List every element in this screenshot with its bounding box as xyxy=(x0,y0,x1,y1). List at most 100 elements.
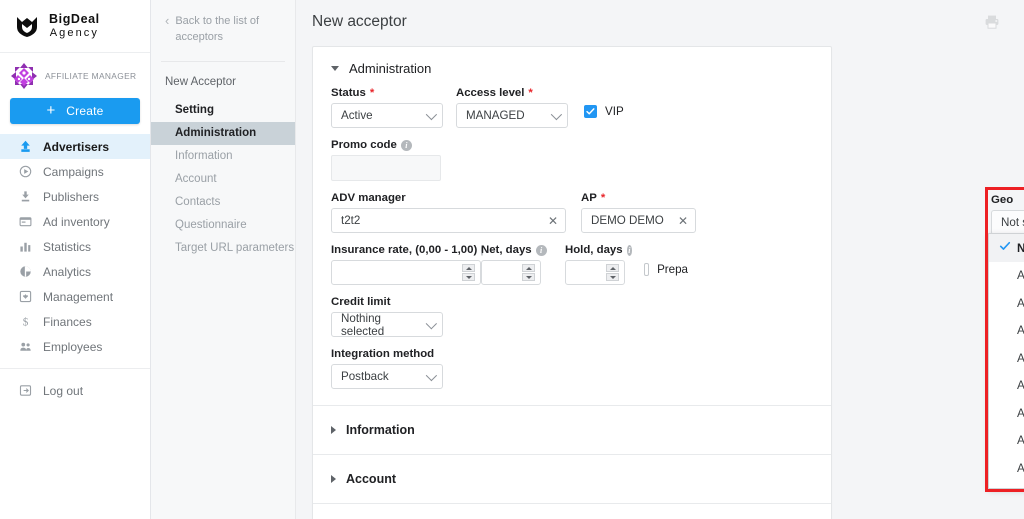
geo-option-label: Andorra xyxy=(1017,405,1024,420)
adv-manager-input[interactable]: t2t2 ✕ xyxy=(331,208,566,233)
sidebar-item-label: Campaigns xyxy=(43,164,104,179)
pie-chart-icon xyxy=(18,265,32,279)
number-spinner[interactable] xyxy=(606,264,619,281)
promo-code-input[interactable] xyxy=(331,155,441,181)
number-spinner[interactable] xyxy=(522,264,535,281)
sidebar-item-label: Advertisers xyxy=(43,139,110,154)
sidebar-item-label: Ad inventory xyxy=(43,214,110,229)
subnav-item-administration[interactable]: Administration xyxy=(151,121,295,145)
info-icon[interactable]: i xyxy=(535,244,547,256)
insurance-rate-input[interactable] xyxy=(331,260,481,285)
spinner-down-icon[interactable] xyxy=(462,273,475,281)
acceptor-form-card: Administration Status * Active Access le… xyxy=(312,46,832,519)
subnav-item-information[interactable]: Information xyxy=(151,145,295,168)
information-section-header[interactable]: Information xyxy=(313,406,831,454)
sidebar-item-statistics[interactable]: Statistics xyxy=(0,234,150,259)
geo-option-angola[interactable]: Angola xyxy=(989,427,1024,455)
required-asterisk: * xyxy=(528,87,533,99)
subnav-item-setting[interactable]: Setting xyxy=(151,99,295,122)
status-value: Active xyxy=(341,109,373,122)
spinner-up-icon[interactable] xyxy=(522,264,535,272)
spinner-up-icon[interactable] xyxy=(606,264,619,272)
geo-option-label: Albania xyxy=(1017,323,1024,338)
geo-option-not-selected[interactable]: Not selected xyxy=(989,234,1024,262)
info-icon[interactable]: i xyxy=(626,244,632,256)
geo-option-label: Anguilla xyxy=(1017,460,1024,475)
status-label-text: Status xyxy=(331,87,366,99)
prepayment-checkbox[interactable] xyxy=(644,263,650,276)
geo-option-label: Afghanistan xyxy=(1017,268,1024,283)
shield-logo-icon xyxy=(14,13,40,39)
hold-days-input[interactable] xyxy=(565,260,625,285)
status-field: Status * Active xyxy=(331,87,456,128)
chevron-down-icon xyxy=(425,369,438,381)
sidebar-item-advertisers[interactable]: Advertisers xyxy=(0,134,150,159)
hold-days-label: Hold, days i xyxy=(565,244,632,256)
sidebar-item-analytics[interactable]: Analytics xyxy=(0,259,150,284)
account-role-label: AFFILIATE MANAGER xyxy=(45,71,137,81)
sidebar-item-finances[interactable]: $ Finances xyxy=(0,309,150,334)
brand-header[interactable]: BigDeal Agency xyxy=(0,0,150,53)
geo-option-anguilla[interactable]: Anguilla xyxy=(989,454,1024,482)
spinner-down-icon[interactable] xyxy=(522,273,535,281)
geo-option-albania[interactable]: Albania xyxy=(989,317,1024,345)
sidebar-item-label: Publishers xyxy=(43,189,100,204)
info-icon[interactable]: i xyxy=(400,139,412,151)
sidebar-item-ad-inventory[interactable]: Ad inventory xyxy=(0,209,150,234)
ap-input[interactable]: DEMO DEMO ✕ xyxy=(581,208,696,233)
geo-option-algeria[interactable]: Algeria xyxy=(989,344,1024,372)
sidebar-item-logout[interactable]: Log out xyxy=(0,378,150,403)
create-button[interactable]: + Create xyxy=(10,98,140,124)
status-select[interactable]: Active xyxy=(331,103,443,128)
window-list-icon xyxy=(18,215,32,229)
geo-option-aland-islands[interactable]: Aland Islands xyxy=(989,289,1024,317)
sidebar-item-publishers[interactable]: Publishers xyxy=(0,184,150,209)
prepayment-field: Prepa xyxy=(644,263,688,276)
settings-square-icon xyxy=(18,290,32,304)
geo-select[interactable]: Not selected xyxy=(991,210,1024,235)
subnav-item-account[interactable]: Account xyxy=(151,168,295,191)
administration-section-title: Administration xyxy=(349,61,432,76)
subnav-item-questionnaire[interactable]: Questionnaire xyxy=(151,214,295,237)
vip-checkbox[interactable] xyxy=(584,105,597,118)
integration-method-select[interactable]: Postback xyxy=(331,364,443,389)
geo-field: Geo Not selected xyxy=(991,194,1024,235)
integration-method-value: Postback xyxy=(341,370,389,383)
sidebar-item-campaigns[interactable]: Campaigns xyxy=(0,159,150,184)
sidebar-item-management[interactable]: Management xyxy=(0,284,150,309)
administration-section-header[interactable]: Administration xyxy=(313,47,831,87)
geo-option-andorra[interactable]: Andorra xyxy=(989,399,1024,427)
geo-dropdown-list: Not selected Afghanistan Aland Islands A… xyxy=(988,233,1024,489)
geo-option-afghanistan[interactable]: Afghanistan xyxy=(989,262,1024,290)
sidebar-item-employees[interactable]: Employees xyxy=(0,334,150,359)
spinner-up-icon[interactable] xyxy=(462,264,475,272)
close-icon[interactable]: ✕ xyxy=(678,215,688,227)
geo-option-american-samoa[interactable]: American Samoa xyxy=(989,372,1024,400)
upload-arrow-icon xyxy=(18,140,32,154)
form-row-rates: Insurance rate, (0,00 - 1,00) i Net, day… xyxy=(331,244,831,296)
chevron-down-icon xyxy=(426,317,438,329)
account-section-header[interactable]: Account xyxy=(313,455,831,503)
number-spinner[interactable] xyxy=(462,264,475,281)
access-level-select[interactable]: MANAGED xyxy=(456,103,568,128)
subnav-item-contacts[interactable]: Contacts xyxy=(151,191,295,214)
required-asterisk: * xyxy=(600,192,606,204)
card-bottom-spacer xyxy=(313,504,831,519)
subnav-item-target-url[interactable]: Target URL parameters xyxy=(151,237,295,260)
credit-limit-select[interactable]: Nothing selected xyxy=(331,312,443,338)
access-level-value: MANAGED xyxy=(466,109,525,122)
close-icon[interactable]: ✕ xyxy=(548,215,558,227)
account-block[interactable]: AFFILIATE MANAGER xyxy=(0,53,150,94)
people-icon xyxy=(18,340,32,354)
back-to-list-link[interactable]: ‹ Back to the list of acceptors xyxy=(151,0,295,45)
create-button-label: Create xyxy=(66,104,104,118)
printer-icon[interactable] xyxy=(984,14,1000,30)
sidebar-item-label: Analytics xyxy=(43,264,92,279)
geo-options: Not selected Afghanistan Aland Islands A… xyxy=(989,234,1024,488)
form-row-status: Status * Active Access level * MANAGED V… xyxy=(331,87,831,139)
sidebar-item-label: Employees xyxy=(43,339,103,354)
main-content: New acceptor Administration Status * Act… xyxy=(296,0,1024,519)
spinner-down-icon[interactable] xyxy=(606,273,619,281)
page-header: New acceptor xyxy=(296,0,1024,44)
net-days-input[interactable] xyxy=(481,260,541,285)
